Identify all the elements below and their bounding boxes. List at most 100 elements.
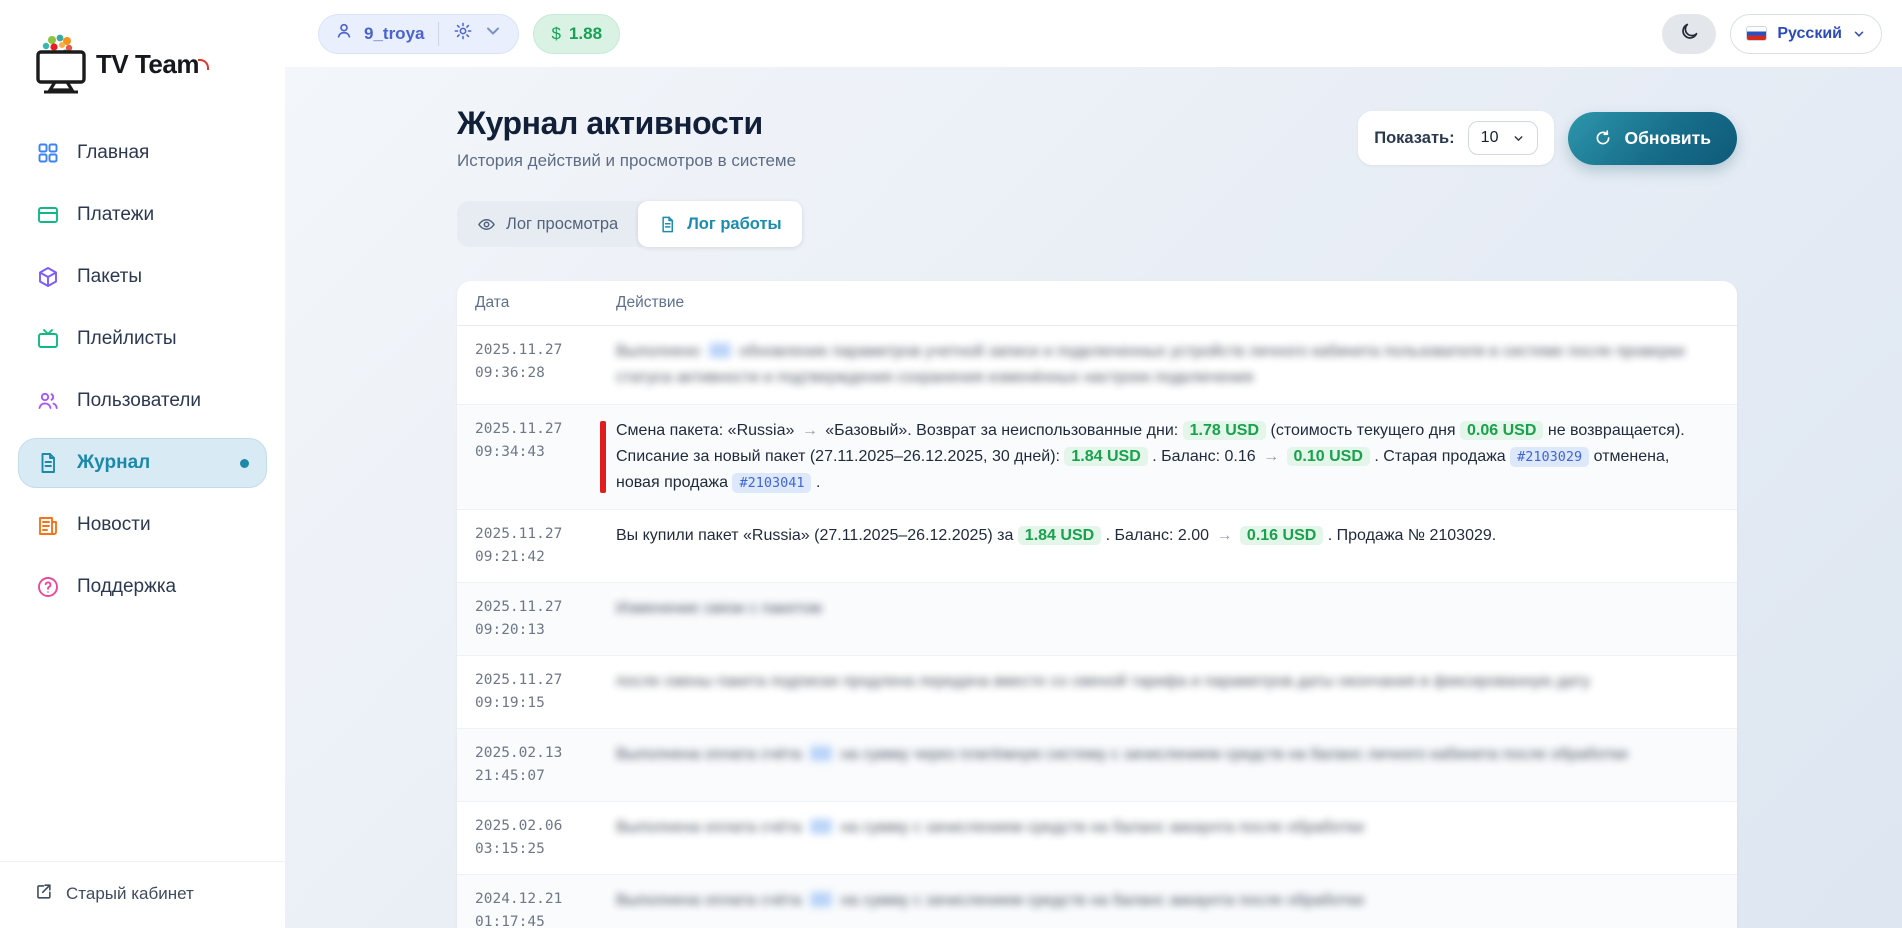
refresh-icon — [1594, 129, 1612, 147]
column-date: Дата — [457, 294, 616, 312]
language-select[interactable]: Русский — [1730, 14, 1882, 54]
header-controls: Показать: 10 Обновить — [1358, 111, 1737, 165]
redacted-action-text: Изменение связи с пакетом — [616, 596, 1709, 622]
row-date: 2025.11.2709:36:28 — [457, 339, 616, 385]
amount-badge: 0.10 USD — [1287, 447, 1370, 466]
alert-bar — [600, 421, 606, 493]
tab-work-log[interactable]: Лог работы — [638, 201, 801, 247]
arrow-icon: → — [799, 422, 821, 439]
redacted-chip — [709, 343, 731, 358]
action-text: Смена пакета: «Russia» → «Базовый». Возв… — [616, 418, 1709, 496]
topbar-right: Русский — [1662, 14, 1882, 54]
refresh-button[interactable]: Обновить — [1568, 112, 1737, 165]
refresh-label: Обновить — [1624, 128, 1711, 149]
redacted-chip — [810, 819, 832, 834]
row-action: Выполнена оплата счёта на сумму с зачисл… — [616, 815, 1737, 841]
tab-view-log[interactable]: Лог просмотра — [457, 201, 638, 247]
activity-table: Дата Действие 2025.11.2709:36:28Выполнен… — [457, 281, 1737, 928]
show-label: Показать: — [1374, 129, 1454, 148]
page-header: Журнал активности История действий и про… — [457, 105, 1737, 171]
log-tabs: Лог просмотра Лог работы — [457, 201, 802, 247]
main-area: 9_troya $ 1.88 — [285, 0, 1902, 928]
row-action: после смены пакета подписки продлена пер… — [616, 669, 1737, 695]
external-link-icon — [34, 882, 53, 906]
tab-label: Лог просмотра — [506, 215, 618, 234]
app-root: TV Team Главная Платежи Пакеты Плейлисты Пол… — [0, 0, 1902, 928]
support-icon — [36, 575, 60, 599]
tv-icon — [36, 327, 60, 351]
redacted-chip — [810, 746, 832, 761]
row-action: Выполнена оплата счёта на сумму через пл… — [616, 742, 1737, 768]
redacted-action-text: Выполнено обновление параметров учетной … — [616, 339, 1709, 391]
username: 9_troya — [364, 24, 424, 44]
sidebar-item-users[interactable]: Пользователи — [18, 376, 267, 426]
sidebar-item-journal[interactable]: Журнал — [18, 438, 267, 488]
sidebar-item-label: Пользователи — [77, 390, 201, 412]
table-row: 2025.11.2709:19:15после смены пакета под… — [457, 656, 1737, 729]
chevron-down-icon — [1512, 132, 1525, 145]
user-menu[interactable]: 9_troya — [318, 14, 519, 54]
amount-badge: 1.78 USD — [1183, 421, 1266, 440]
table-row: 2025.11.2709:20:13Изменение связи с паке… — [457, 583, 1737, 656]
tvteam-logo-icon — [32, 32, 90, 94]
active-dot — [240, 459, 249, 468]
sidebar-item-playlists[interactable]: Плейлисты — [18, 314, 267, 364]
dollar-icon: $ — [551, 24, 560, 44]
sidebar-nav: Главная Платежи Пакеты Плейлисты Пользовател… — [18, 128, 267, 624]
row-action: Выполнена оплата счёта на сумму с зачисл… — [616, 888, 1737, 914]
package-icon — [36, 265, 60, 289]
gear-icon[interactable] — [453, 21, 473, 46]
amount-badge: 0.06 USD — [1460, 421, 1543, 440]
row-date: 2025.11.2709:21:42 — [457, 523, 616, 569]
row-date: 2025.02.1321:45:07 — [457, 742, 616, 788]
table-row: 2025.02.1321:45:07Выполнена оплата счёта… — [457, 729, 1737, 802]
sidebar-item-label: Новости — [77, 514, 151, 536]
brand-logo[interactable]: TV Team — [18, 22, 267, 94]
sale-id-badge: #2103029 — [1510, 447, 1589, 467]
table-row: 2025.11.2709:21:42Вы купили пакет «Russi… — [457, 510, 1737, 583]
sidebar-item-home[interactable]: Главная — [18, 128, 267, 178]
table-header: Дата Действие — [457, 281, 1737, 326]
sale-id-badge: #2103041 — [732, 473, 811, 493]
action-text: Вы купили пакет «Russia» (27.11.2025–26.… — [616, 523, 1709, 549]
page-size-card: Показать: 10 — [1358, 111, 1554, 165]
page-size-select[interactable]: 10 — [1468, 121, 1539, 155]
users-icon — [36, 389, 60, 413]
old-cabinet-label: Старый кабинет — [66, 884, 194, 904]
sidebar-item-payments[interactable]: Платежи — [18, 190, 267, 240]
old-cabinet-link[interactable]: Старый кабинет — [0, 861, 285, 928]
table-row: 2024.12.2101:17:45Выполнена оплата счёта… — [457, 875, 1737, 928]
document-icon — [658, 215, 677, 234]
table-row: 2025.02.0603:15:25Выполнена оплата счёта… — [457, 802, 1737, 875]
redacted-chip — [810, 892, 832, 907]
balance-badge[interactable]: $ 1.88 — [533, 14, 620, 54]
page-size-value: 10 — [1481, 129, 1499, 147]
page-title: Журнал активности — [457, 105, 796, 142]
row-action: Изменение связи с пакетом — [616, 596, 1737, 622]
sidebar-item-label: Плейлисты — [77, 328, 176, 350]
eye-icon — [477, 215, 496, 234]
chevron-down-icon — [1852, 27, 1866, 41]
pill-divider — [438, 22, 439, 46]
sidebar: TV Team Главная Платежи Пакеты Плейлисты Пол… — [0, 0, 285, 928]
row-action: Вы купили пакет «Russia» (27.11.2025–26.… — [616, 523, 1737, 549]
language-label: Русский — [1777, 25, 1842, 43]
sidebar-item-packages[interactable]: Пакеты — [18, 252, 267, 302]
row-date: 2025.11.2709:34:43 — [457, 418, 616, 464]
redacted-action-text: Выполнена оплата счёта на сумму через пл… — [616, 742, 1709, 768]
sidebar-item-label: Поддержка — [77, 576, 176, 598]
dark-mode-toggle[interactable] — [1662, 14, 1716, 54]
amount-badge: 1.84 USD — [1064, 447, 1147, 466]
row-action: Выполнено обновление параметров учетной … — [616, 339, 1737, 391]
table-body: 2025.11.2709:36:28Выполнено обновление п… — [457, 326, 1737, 928]
row-date: 2025.11.2709:20:13 — [457, 596, 616, 642]
column-action: Действие — [616, 294, 1737, 312]
sidebar-item-support[interactable]: Поддержка — [18, 562, 267, 612]
sidebar-item-news[interactable]: Новости — [18, 500, 267, 550]
russia-flag-icon — [1746, 26, 1767, 41]
sidebar-item-label: Журнал — [77, 452, 150, 474]
row-date: 2024.12.2101:17:45 — [457, 888, 616, 928]
amount-badge: 0.16 USD — [1240, 526, 1323, 545]
redacted-action-text: Выполнена оплата счёта на сумму с зачисл… — [616, 815, 1709, 841]
topbar: 9_troya $ 1.88 — [285, 0, 1902, 67]
